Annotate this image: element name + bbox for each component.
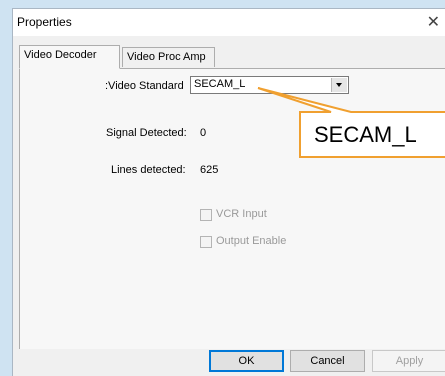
tab-video-decoder[interactable]: Video Decoder	[19, 45, 120, 69]
lines-detected-value: 625	[200, 164, 219, 176]
signal-detected-label: Signal Detected:	[106, 127, 187, 139]
output-enable-checkbox[interactable]	[200, 236, 212, 248]
cancel-button[interactable]: Cancel	[290, 350, 365, 372]
vcr-input-checkbox[interactable]	[200, 209, 212, 221]
video-standard-value: SECAM_L	[194, 78, 246, 90]
ok-button[interactable]: OK	[209, 350, 284, 372]
lines-detected-label: Lines detected:	[111, 164, 186, 176]
vcr-input-label: VCR Input	[216, 208, 267, 220]
video-standard-label: :Video Standard	[105, 80, 184, 92]
title-bar: Properties ✕	[13, 9, 445, 36]
window-title: Properties	[17, 15, 72, 29]
output-enable-label: Output Enable	[216, 235, 287, 247]
close-icon[interactable]: ✕	[427, 12, 440, 32]
tab-video-proc-amp[interactable]: Video Proc Amp	[122, 47, 215, 67]
properties-dialog: Properties ✕ Video Decoder Video Proc Am…	[12, 8, 445, 376]
signal-detected-value: 0	[200, 127, 207, 139]
video-standard-select[interactable]: SECAM_L	[190, 76, 349, 94]
callout-text: SECAM_L	[314, 122, 417, 147]
apply-button[interactable]: Apply	[372, 350, 445, 372]
chevron-down-icon[interactable]	[331, 78, 347, 92]
